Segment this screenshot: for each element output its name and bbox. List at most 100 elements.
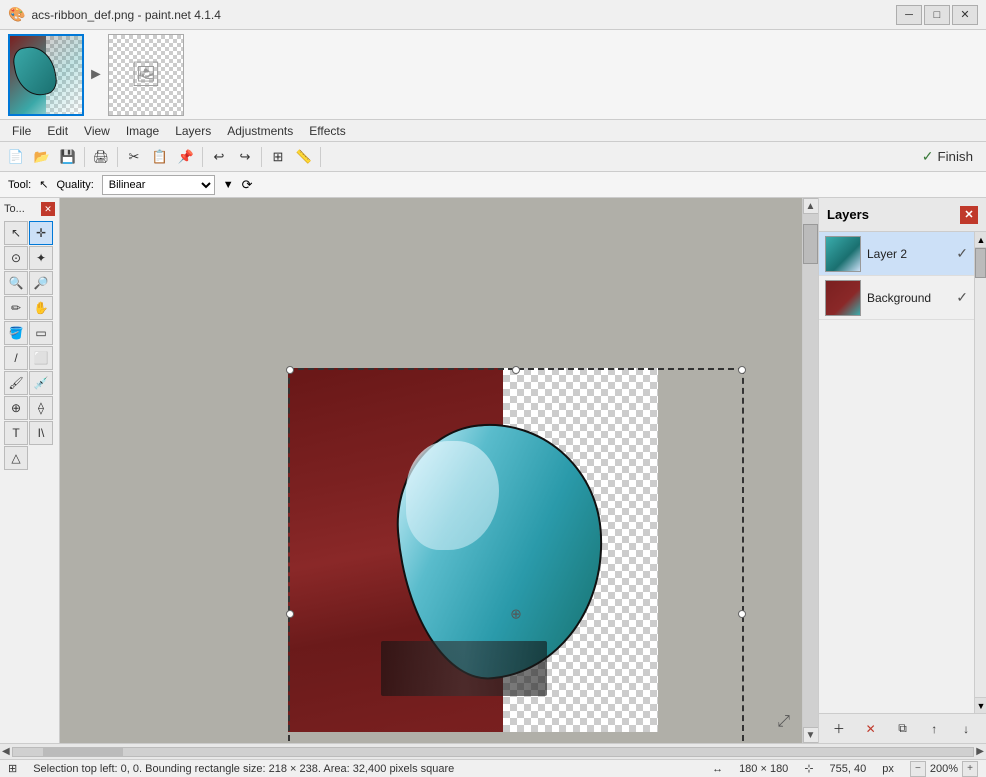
menu-file[interactable]: File — [4, 122, 39, 140]
tool-magic-wand[interactable]: ✦ — [29, 246, 53, 270]
scroll-thumb-right[interactable] — [803, 224, 818, 264]
layers-down-btn[interactable]: ↓ — [955, 718, 977, 740]
status-icon: ⊞ — [8, 762, 17, 775]
tool-arrow[interactable]: ↖ — [4, 221, 28, 245]
secondary-thumbnail[interactable]: 🖼 — [108, 34, 184, 116]
toolbar-save[interactable]: 💾 — [56, 145, 80, 169]
tool-lasso[interactable]: ⊙ — [4, 246, 28, 270]
layer-1-visibility[interactable]: ✓ — [956, 289, 968, 306]
tool-pencil[interactable]: ✏ — [4, 296, 28, 320]
layers-scrollbar: ▲ ▼ — [974, 232, 986, 713]
layers-close-button[interactable]: ✕ — [960, 206, 978, 224]
layers-add-btn[interactable]: ＋ — [828, 718, 850, 740]
secondary-thumb-icon: 🖼 — [131, 60, 161, 89]
h-scroll-thumb[interactable] — [43, 748, 123, 756]
quality-select[interactable]: Bilinear Nearest Neighbor Bicubic — [102, 175, 215, 195]
layers-scroll-down[interactable]: ▼ — [975, 697, 986, 713]
layers-scrollbar-area: Layer 2 ✓ Background ✓ ▲ ▼ — [819, 232, 986, 713]
canvas-image-inner — [288, 368, 658, 732]
toolbar-paste[interactable]: 📌 — [174, 145, 198, 169]
toolbar-print[interactable]: 🖨 — [89, 145, 113, 169]
layer-item-1[interactable]: Background ✓ — [819, 276, 974, 320]
scroll-down-arrow[interactable]: ▼ — [803, 727, 819, 743]
scroll-track-right[interactable] — [803, 214, 818, 727]
thumbnail-image — [10, 36, 82, 114]
menu-view[interactable]: View — [76, 122, 118, 140]
maximize-button[interactable]: □ — [924, 5, 950, 25]
tool-move[interactable]: ✛ — [29, 221, 53, 245]
tool-path[interactable]: ⟠ — [29, 396, 53, 420]
zoom-in-btn[interactable]: + — [962, 761, 978, 777]
tool-text-alt[interactable]: I\ — [29, 421, 53, 445]
tools-panel-close[interactable]: ✕ — [41, 202, 55, 216]
status-size: 180 × 180 — [739, 763, 788, 775]
toolbar-grid[interactable]: ⊞ — [266, 145, 290, 169]
tool-zoom-out[interactable]: 🔎 — [29, 271, 53, 295]
tool-shapes[interactable]: △ — [4, 446, 28, 470]
tool-fill[interactable]: 🪣 — [4, 321, 28, 345]
tool-clone[interactable]: ⊕ — [4, 396, 28, 420]
toolbar-ruler[interactable]: 📏 — [292, 145, 316, 169]
layer-0-visibility[interactable]: ✓ — [956, 245, 968, 262]
toolbar-sep3 — [202, 147, 203, 167]
tool-row-4: ✏ ✋ — [4, 296, 55, 320]
active-thumbnail[interactable]: ✕ ☆ — [8, 34, 84, 116]
scroll-right-btn[interactable]: ▶ — [976, 746, 984, 757]
main-layout: To... ✕ ↖ ✛ ⊙ ✦ 🔍 🔎 ✏ ✋ 🪣 ▭ / — [0, 198, 986, 743]
tool-eraser[interactable]: ⬜ — [29, 346, 53, 370]
tool-row-10: △ — [4, 446, 55, 470]
img-dark-accent — [381, 641, 548, 696]
zoom-level: 200% — [930, 763, 958, 775]
sel-handle-tr — [738, 366, 746, 374]
layers-toolbar: ＋ ✕ ⧉ ↑ ↓ — [819, 713, 986, 743]
tool-zoom[interactable]: 🔍 — [4, 271, 28, 295]
status-text: Selection top left: 0, 0. Bounding recta… — [33, 763, 454, 775]
close-button[interactable]: ✕ — [952, 5, 978, 25]
tool-line[interactable]: / — [4, 346, 28, 370]
toolbar-undo[interactable]: ↩ — [207, 145, 231, 169]
menu-effects[interactable]: Effects — [301, 122, 353, 140]
layers-scroll-thumb[interactable] — [975, 248, 986, 278]
tool-dropper[interactable]: 💉 — [29, 371, 53, 395]
tool-rectangle[interactable]: ▭ — [29, 321, 53, 345]
toolbar-sep2 — [117, 147, 118, 167]
tool-pan[interactable]: ✋ — [29, 296, 53, 320]
toolbar-redo[interactable]: ↪ — [233, 145, 257, 169]
toolbar-open[interactable]: 📂 — [30, 145, 54, 169]
title-bar: 🎨 acs-ribbon_def.png - paint.net 4.1.4 ─… — [0, 0, 986, 30]
layers-up-btn[interactable]: ↑ — [923, 718, 945, 740]
layers-scroll-up[interactable]: ▲ — [975, 232, 986, 248]
zoom-out-btn[interactable]: − — [910, 761, 926, 777]
menu-edit[interactable]: Edit — [39, 122, 76, 140]
layer-1-thumb — [825, 280, 861, 316]
expand-icon[interactable]: ⤢ — [777, 713, 790, 731]
tool-text[interactable]: T — [4, 421, 28, 445]
tool-label: Tool: — [8, 179, 31, 191]
layers-scroll-track — [975, 248, 986, 697]
scroll-up-arrow[interactable]: ▲ — [803, 198, 819, 214]
canvas-area[interactable]: ⊕ ⤢ — [60, 198, 802, 743]
quality-label: Quality: — [56, 179, 93, 191]
toolbar-new[interactable]: 📄 — [4, 145, 28, 169]
layers-delete-btn[interactable]: ✕ — [860, 718, 882, 740]
h-scroll-track[interactable] — [12, 747, 975, 757]
minimize-button[interactable]: ─ — [896, 5, 922, 25]
canvas-scrollbar-right: ▲ ▼ — [802, 198, 818, 743]
toolbar-cut[interactable]: ✂ — [122, 145, 146, 169]
toolbar-copy[interactable]: 📋 — [148, 145, 172, 169]
thumbnail-strip: ✕ ☆ ► 🖼 — [0, 30, 986, 120]
thumbnail-forward-arrow[interactable]: ► — [88, 66, 104, 84]
layers-duplicate-btn[interactable]: ⧉ — [891, 718, 913, 740]
tool-brush[interactable]: 🖌 — [4, 371, 28, 395]
finish-button[interactable]: ✓ Finish — [913, 145, 982, 168]
horizontal-scrollbar: ◀ ▶ — [0, 743, 986, 759]
tool-row-7: 🖌 💉 — [4, 371, 55, 395]
tools-panel: To... ✕ ↖ ✛ ⊙ ✦ 🔍 🔎 ✏ ✋ 🪣 ▭ / — [0, 198, 60, 743]
menu-adjustments[interactable]: Adjustments — [219, 122, 301, 140]
menu-layers[interactable]: Layers — [167, 122, 219, 140]
scroll-left-btn[interactable]: ◀ — [2, 746, 10, 757]
layer-item-0[interactable]: Layer 2 ✓ — [819, 232, 974, 276]
menu-image[interactable]: Image — [118, 122, 167, 140]
menu-bar: File Edit View Image Layers Adjustments … — [0, 120, 986, 142]
status-coords-icon: ⊹ — [804, 762, 813, 775]
